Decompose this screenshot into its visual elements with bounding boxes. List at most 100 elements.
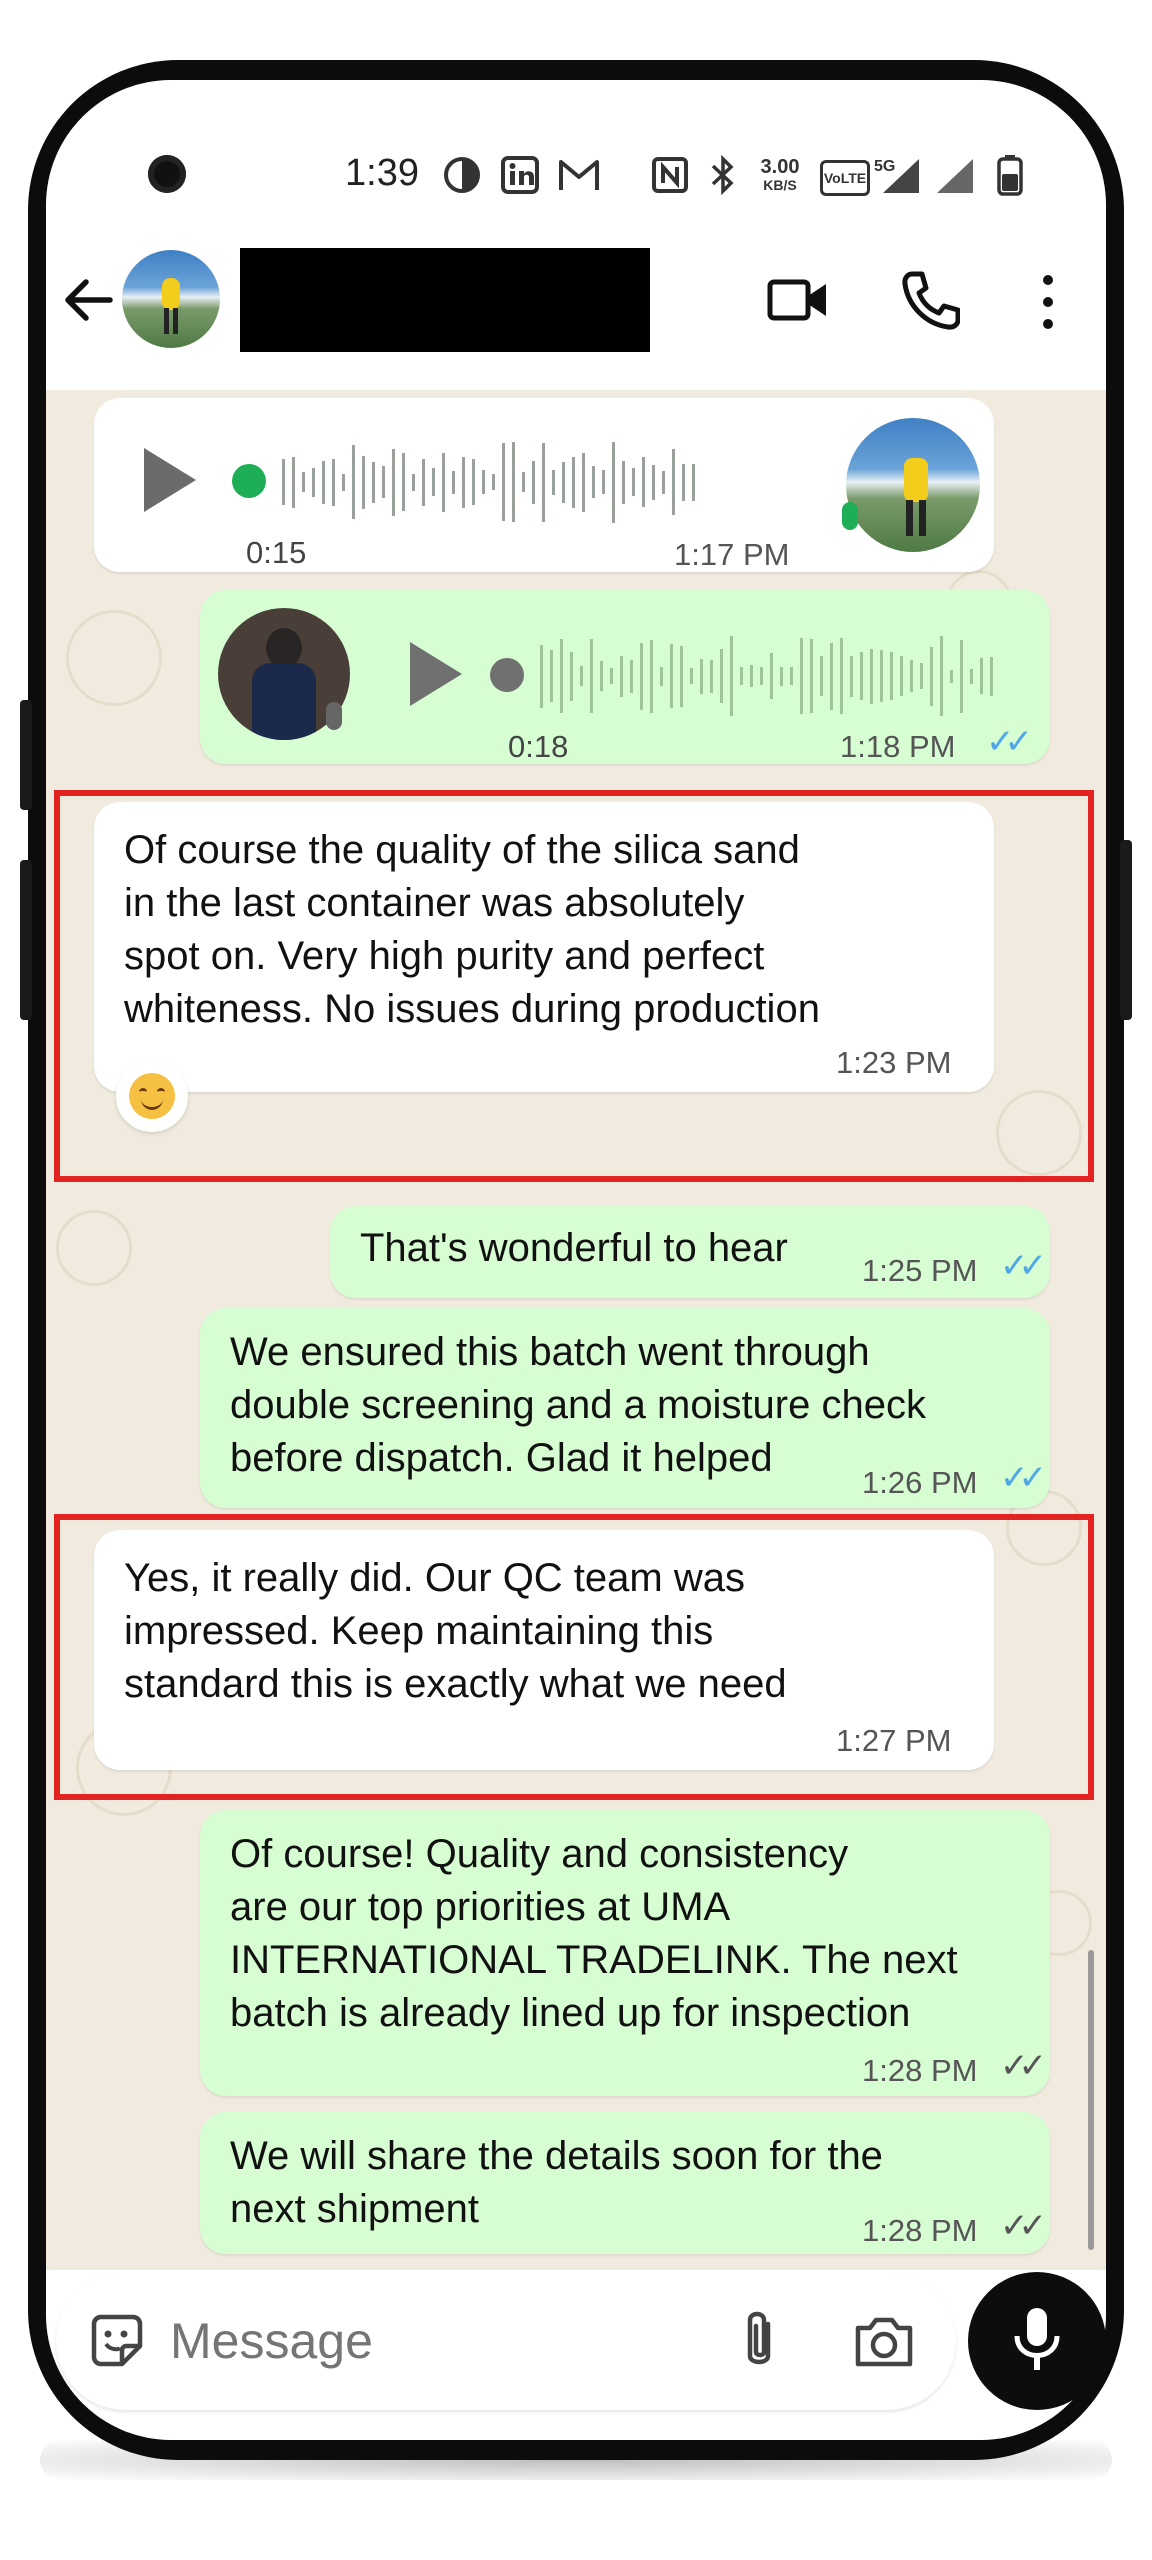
voice-message-outgoing[interactable]: 0:18 1:18 PM ✓✓ — [200, 590, 1050, 764]
power-button — [1120, 840, 1132, 1020]
message-bubble-outgoing[interactable]: We will share the details soon for the n… — [200, 2112, 1050, 2254]
waveform-bar — [302, 472, 305, 492]
waveform-bar — [512, 442, 515, 522]
mic-icon — [842, 502, 858, 530]
waveform-bar — [372, 461, 375, 503]
waveform-bar — [502, 443, 505, 521]
waveform-bar — [720, 649, 723, 703]
waveform-bar — [622, 460, 625, 504]
read-ticks-icon: ✓✓ — [1000, 1247, 1047, 1285]
waveform-bar — [402, 453, 405, 511]
more-options-icon[interactable] — [1036, 270, 1060, 334]
playback-position-dot[interactable] — [232, 464, 266, 498]
waveform[interactable] — [282, 432, 695, 532]
back-arrow-icon[interactable] — [60, 270, 116, 330]
message-text: That's wonderful to hear — [360, 1226, 788, 1270]
waveform-bar — [462, 456, 465, 508]
waveform-bar — [730, 636, 733, 716]
waveform-bar — [652, 464, 655, 500]
waveform-bar — [990, 656, 993, 696]
voice-call-icon[interactable] — [900, 268, 961, 332]
waveform-bar — [560, 639, 563, 713]
waveform-bar — [770, 653, 773, 699]
message-time: 1:28 PM — [862, 2213, 978, 2248]
play-button[interactable] — [144, 448, 196, 512]
waveform-bar — [292, 456, 295, 508]
contact-avatar[interactable] — [122, 250, 220, 348]
video-call-icon[interactable] — [766, 268, 830, 332]
chat-area[interactable]: 0:15 1:17 PM 0:18 1:18 PM ✓✓ Of course t… — [46, 390, 1106, 2270]
waveform-bar — [600, 661, 603, 691]
message-text: We ensured this batch went through doubl… — [230, 1330, 926, 1480]
waveform-bar — [660, 666, 663, 686]
message-time: 1:25 PM — [862, 1253, 978, 1288]
highlight-frame — [54, 790, 1094, 1182]
waveform-bar — [950, 669, 953, 683]
waveform-bar — [860, 652, 863, 700]
waveform-bar — [632, 468, 635, 496]
voice-message-incoming[interactable]: 0:15 1:17 PM — [94, 398, 994, 572]
waveform-bar — [870, 648, 873, 704]
mic-icon — [326, 702, 342, 730]
message-bubble-outgoing[interactable]: We ensured this batch went through doubl… — [200, 1308, 1050, 1508]
waveform-bar — [840, 638, 843, 714]
waveform-bar — [332, 458, 335, 506]
waveform-bar — [650, 639, 653, 713]
waveform-bar — [630, 659, 633, 693]
chat-scrollbar[interactable] — [1088, 1950, 1094, 2250]
waveform-bar — [572, 456, 575, 508]
waveform-bar — [920, 663, 923, 689]
waveform-bar — [482, 470, 485, 494]
battery-icon — [995, 155, 1025, 196]
waveform-bar — [562, 461, 565, 503]
waveform-bar — [692, 463, 695, 501]
waveform-bar — [910, 660, 913, 692]
waveform-bar — [620, 655, 623, 697]
waveform-bar — [612, 441, 615, 523]
waveform-bar — [900, 656, 903, 696]
camera-icon[interactable] — [852, 2314, 916, 2370]
waveform-bar — [750, 665, 753, 687]
message-bubble-outgoing[interactable]: That's wonderful to hear 1:25 PM ✓✓ — [330, 1206, 1050, 1298]
read-ticks-icon: ✓✓ — [1000, 1459, 1047, 1497]
message-text: We will share the details soon for the n… — [230, 2134, 883, 2231]
waveform-bar — [442, 452, 445, 512]
contact-name-redacted[interactable] — [240, 248, 650, 352]
signal-icon — [932, 155, 978, 195]
waveform-bar — [682, 463, 685, 501]
waveform-bar — [570, 651, 573, 701]
waveform-bar — [592, 466, 595, 498]
volume-down-button — [20, 860, 32, 1020]
waveform-bar — [740, 667, 743, 685]
message-text: Of course! Quality and consistency are o… — [230, 1832, 958, 2035]
record-voice-button[interactable] — [968, 2272, 1106, 2410]
playback-position-dot[interactable] — [490, 658, 524, 692]
attach-icon[interactable] — [736, 2306, 782, 2376]
voice-duration: 0:15 — [246, 535, 307, 570]
waveform-bar — [800, 638, 803, 714]
waveform-bar — [610, 668, 613, 684]
nfc-icon — [650, 155, 690, 195]
message-input[interactable] — [168, 2300, 702, 2382]
waveform-bar — [590, 639, 593, 713]
message-bubble-outgoing[interactable]: Of course! Quality and consistency are o… — [200, 1810, 1050, 2096]
bluetooth-icon — [705, 155, 741, 195]
waveform-bar — [880, 650, 883, 702]
waveform-bar — [662, 470, 665, 494]
waveform-bar — [540, 644, 543, 708]
waveform-bar — [312, 467, 315, 497]
delivered-ticks-icon: ✓✓ — [1000, 2207, 1047, 2245]
network-speed-value: 3.00 — [760, 156, 800, 178]
volte-icon: VoLTE — [820, 160, 870, 196]
waveform-bar — [322, 460, 325, 504]
waveform-bar — [342, 473, 345, 491]
status-time: 1:39 — [345, 152, 419, 194]
waveform-bar — [580, 666, 583, 686]
network-speed-indicator: 3.00 KB/S — [755, 156, 805, 194]
play-button[interactable] — [410, 642, 462, 706]
waveform-bar — [492, 474, 495, 490]
waveform[interactable] — [540, 626, 993, 726]
waveform-bar — [552, 469, 555, 495]
waveform-bar — [930, 646, 933, 706]
sticker-icon[interactable] — [86, 2310, 148, 2372]
